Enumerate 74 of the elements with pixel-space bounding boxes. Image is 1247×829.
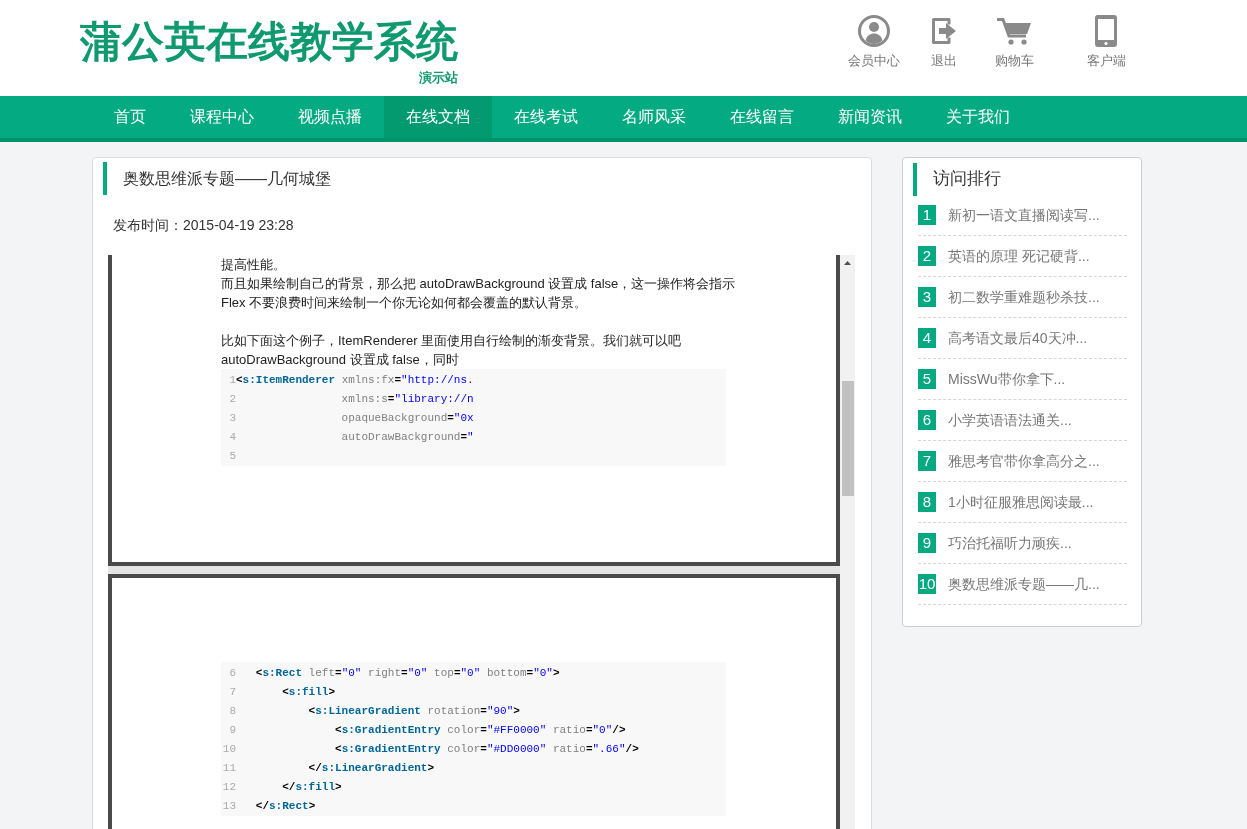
line-number: 5 [228,449,236,464]
mobile-app-link[interactable]: 客户端 [1074,15,1138,96]
scroll-up-icon[interactable] [844,261,851,265]
ranking-link[interactable]: 7 雅思考官带你拿高分之... [918,441,1127,482]
nav-tab[interactable]: 在线考试 [492,96,600,138]
code-line: xmlns:s="library://n [340,392,474,407]
line-number: 9 [228,723,236,738]
nav-tab[interactable]: 关于我们 [924,96,1032,138]
nav-tab[interactable]: 在线留言 [708,96,816,138]
line-number: 10 [221,742,236,757]
line-number: 6 [228,666,236,681]
rank-badge: 4 [918,328,936,348]
code-line: opaqueBackground="0x [340,411,474,426]
ranking-link[interactable]: 1 新初一语文直播阅读写... [918,195,1127,236]
ranking-link[interactable]: 9 巧治托福听力顽疾... [918,523,1127,564]
ranking-link[interactable]: 6 小学英语语法通关... [918,400,1127,441]
code-line: </s:Rect> [254,799,316,814]
rank-badge: 2 [918,246,936,266]
rank-badge: 9 [918,533,936,553]
scrollbar-thumb[interactable] [841,381,854,496]
ranking-link[interactable]: 2 英语的原理 死记硬背... [918,236,1127,277]
line-number: 8 [228,704,236,719]
ranking-link[interactable]: 10 奥数思维派专题——几... [918,564,1127,605]
rank-badge: 1 [918,205,936,225]
code-line: autoDrawBackground=" [340,430,474,445]
doc-paragraph: 比如下面这个例子，ItemRenderer 里面使用自行绘制的渐变背景。我们就可以吧 autoDrawBackground 设置成 false，同时 [221,332,682,369]
cart-link[interactable]: 购物车 [982,15,1046,96]
rank-badge: 6 [918,410,936,430]
line-number: 12 [221,780,236,795]
rank-badge: 8 [918,492,936,512]
account-link[interactable]: 会员中心 [842,15,906,96]
doc-paragraph: 提高性能。 而且如果绘制自己的背景，那么把 autoDrawBackground 设置成 false，这一操作将会指示 Flex 不要浪费时间来绘制一个你无论如何都会覆盖的默认背景。 [221,256,736,312]
code-line: <s:GradientEntry color="#FF0000" ratio="0"/> [334,723,626,738]
line-number: 3 [228,411,236,426]
cart-icon [997,16,1031,46]
line-number: 13 [221,799,236,814]
logout-icon [930,16,958,46]
article-title: 奥数思维派专题——几何城堡 [123,168,331,189]
code-line: <s:LinearGradient rotation="90"> [307,704,520,719]
nav-tab[interactable]: 在线文档 [384,96,492,138]
line-number: 11 [221,761,236,776]
phone-icon [1095,15,1117,47]
scrollbar[interactable] [840,255,855,829]
line-number: 2 [228,392,236,407]
code-line: </s:fill> [281,780,342,795]
user-icon [858,15,890,47]
line-number: 1 [228,373,236,388]
code-line: </s:LinearGradient> [307,761,435,776]
nav-tab[interactable]: 新闻资讯 [816,96,924,138]
ranking-link[interactable]: 4 高考语文最后40天冲... [918,318,1127,359]
publish-time: 发布时间：2015-04-19 23:28 [113,216,294,235]
code-line: <s:fill> [281,685,336,700]
code-line: <s:Rect left="0" right="0" top="0" bottom="0"> [254,666,560,681]
ranking-link[interactable]: 5 MissWu带你拿下... [918,359,1127,400]
ranking-link[interactable]: 8 1小时征服雅思阅读最... [918,482,1127,523]
rank-badge: 3 [918,287,936,307]
accent-bar [913,162,917,196]
nav-tab[interactable]: 名师风采 [600,96,708,138]
nav-tab[interactable]: 首页 [92,96,168,138]
rank-badge: 10 [918,574,936,594]
ranking-title: 访问排行 [933,168,1001,191]
nav-tab[interactable]: 视频点播 [276,96,384,138]
ranking-link[interactable]: 3 初二数学重难题秒杀技... [918,277,1127,318]
code-line: <s:ItemRenderer xmlns:fx="http://ns. [236,373,474,388]
line-number: 7 [228,685,236,700]
accent-bar [103,162,107,195]
logo-tagline: 演示站 [419,70,458,85]
nav-tab[interactable]: 课程中心 [168,96,276,138]
logout-link[interactable]: 退出 [912,15,976,96]
line-number: 4 [228,430,236,445]
rank-badge: 7 [918,451,936,471]
code-line: <s:GradientEntry color="#DD0000" ratio=".66"/> [334,742,639,757]
site-logo[interactable]: 蒲公英在线教学系统 [80,20,458,64]
rank-badge: 5 [918,369,936,389]
